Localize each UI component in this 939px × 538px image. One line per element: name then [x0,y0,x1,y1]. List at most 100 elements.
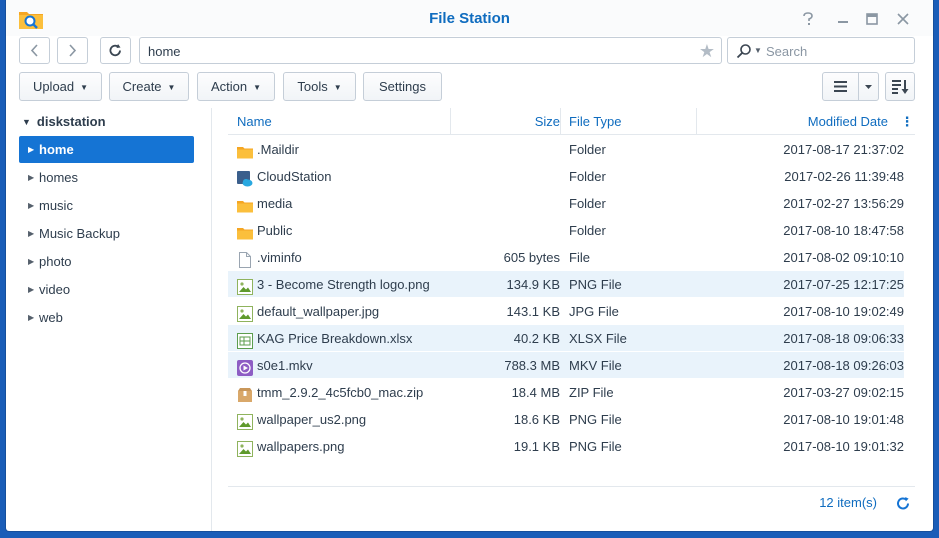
search-icon[interactable] [736,43,752,59]
file-type: Folder [569,169,606,184]
file-name: wallpapers.png [257,439,345,454]
sort-button[interactable] [885,72,915,101]
forward-button[interactable] [57,37,88,64]
sidebar-item-music-backup[interactable]: ▶ Music Backup [19,220,194,247]
file-modified-date: 2017-08-18 09:06:33 [783,331,904,346]
sidebar-item-web[interactable]: ▶ web [19,304,194,331]
minimize-icon[interactable] [834,10,852,28]
tree-collapsed-arrow-icon[interactable]: ▶ [28,192,34,219]
column-divider[interactable] [696,108,697,135]
tree-collapsed-arrow-icon[interactable]: ▶ [28,248,34,275]
sidebar-item-homes[interactable]: ▶ homes [19,164,194,191]
title-bar[interactable]: File Station [6,0,933,36]
file-row[interactable]: s0e1.mkv 788.3 MB MKV File 2017-08-18 09:26… [228,352,904,379]
tools-button[interactable]: Tools ▼ [283,72,356,101]
file-size: 788.3 MB [504,358,560,373]
file-modified-date: 2017-08-10 18:47:58 [783,223,904,238]
file-row[interactable]: Public Folder 2017-08-10 18:47:58 [228,217,904,244]
tree-expanded-arrow-icon[interactable]: ▼ [22,117,31,127]
sidebar-item-label: homes [39,170,79,185]
cloud-station-icon [237,169,253,187]
file-row[interactable]: 3 - Become Strength logo.png 134.9 KB PNG … [228,271,904,298]
sidebar-item-video[interactable]: ▶ video [19,276,194,303]
help-icon[interactable] [799,10,817,28]
column-header-modified-date[interactable]: Modified Date [808,108,888,135]
sidebar-item-home[interactable]: ▶ home [19,136,194,163]
column-menu-icon[interactable]: ⋮ [899,108,915,135]
sidebar-item-music[interactable]: ▶ music [19,192,194,219]
tree-collapsed-arrow-icon[interactable]: ▶ [28,276,34,303]
file-modified-date: 2017-08-17 21:37:02 [783,142,904,157]
file-row[interactable]: wallpaper_us2.png 18.6 KB PNG File 2017-08-… [228,406,904,433]
file-modified-date: 2017-02-27 13:56:29 [783,196,904,211]
file-name: 3 - Become Strength logo.png [257,277,430,292]
back-button[interactable] [19,37,50,64]
close-icon[interactable] [894,10,912,28]
action-caret-icon: ▼ [253,83,262,92]
tree-collapsed-arrow-icon[interactable]: ▶ [28,164,34,191]
list-view-button[interactable] [822,72,859,101]
file-name: CloudStation [257,169,332,184]
file-row[interactable]: wallpapers.png 19.1 KB PNG File 2017-08-10 … [228,433,904,460]
create-button[interactable]: Create ▼ [109,72,189,101]
file-row[interactable]: CloudStation Folder 2017-02-26 11:39:48 [228,163,904,190]
archive-icon [237,385,253,402]
path-bar[interactable]: ★ [139,37,722,64]
sidebar-item-label: photo [39,254,72,269]
column-header-size[interactable]: Size [535,108,560,135]
tree-root-label: diskstation [36,114,106,129]
settings-button[interactable]: Settings [363,72,442,101]
tree-collapsed-arrow-icon[interactable]: ▶ [28,220,34,247]
file-type: MKV File [569,358,622,373]
item-count: 12 item(s) [819,495,877,510]
window-title: File Station [429,10,510,27]
maximize-icon[interactable] [863,10,881,28]
file-row[interactable]: tmm_2.9.2_4c5fcb0_mac.zip 18.4 MB ZIP File… [228,379,904,406]
sidebar-item-label: web [39,310,63,325]
file-modified-date: 2017-08-10 19:01:48 [783,412,904,427]
column-divider[interactable] [560,108,561,135]
file-row[interactable]: default_wallpaper.jpg 143.1 KB JPG File 201… [228,298,904,325]
file-list-header: Name Size File Type Modified Date ⋮ [228,108,915,135]
search-options-caret-icon[interactable]: ▼ [754,43,762,59]
file-name: wallpaper_us2.png [257,412,367,427]
file-row[interactable]: .viminfo 605 bytes File 2017-08-02 09:10:10 [228,244,904,271]
file-station-window: File Station ★ ▼ Upload ▼ Create ▼ Action ▼… [6,0,933,531]
tree-root-diskstation[interactable]: ▼ diskstation [22,114,106,129]
upload-caret-icon: ▼ [80,83,89,92]
column-header-file-type[interactable]: File Type [569,108,622,135]
search-box[interactable]: ▼ [727,37,915,64]
video-icon [237,358,253,376]
column-divider[interactable] [450,108,451,135]
tools-label: Tools [297,79,328,94]
status-bar: 12 item(s) [228,486,915,518]
view-options-button[interactable] [858,72,879,101]
file-size: 40.2 KB [513,331,560,346]
sidebar-item-photo[interactable]: ▶ photo [19,248,194,275]
action-button[interactable]: Action ▼ [197,72,275,101]
favorite-star-icon[interactable]: ★ [699,40,715,62]
file-row[interactable]: .Maildir Folder 2017-08-17 21:37:02 [228,136,904,163]
file-name: default_wallpaper.jpg [257,304,380,319]
search-input[interactable] [766,42,906,60]
sidebar-item-label: home [39,142,74,157]
folder-tree-sidebar: ▼ diskstation ▶ home ▶ homes ▶ music ▶ Music … [6,108,212,531]
create-caret-icon: ▼ [167,83,176,92]
file-row[interactable]: media Folder 2017-02-27 13:56:29 [228,190,904,217]
chevron-down-icon [865,85,872,89]
file-row[interactable]: KAG Price Breakdown.xlsx 40.2 KB XLSX File… [228,325,904,352]
spreadsheet-icon [237,331,253,349]
path-input[interactable] [148,42,678,60]
file-name: s0e1.mkv [257,358,313,373]
file-size: 19.1 KB [513,439,560,454]
file-type: Folder [569,142,606,157]
refresh-path-button[interactable] [100,37,131,64]
chevron-left-icon [30,44,38,57]
file-type: Folder [569,223,606,238]
upload-button[interactable]: Upload ▼ [19,72,102,101]
tree-collapsed-arrow-icon[interactable]: ▶ [28,304,34,331]
column-header-name[interactable]: Name [237,108,272,135]
refresh-icon[interactable] [895,495,911,511]
file-name: KAG Price Breakdown.xlsx [257,331,413,346]
tree-collapsed-arrow-icon[interactable]: ▶ [28,136,34,163]
